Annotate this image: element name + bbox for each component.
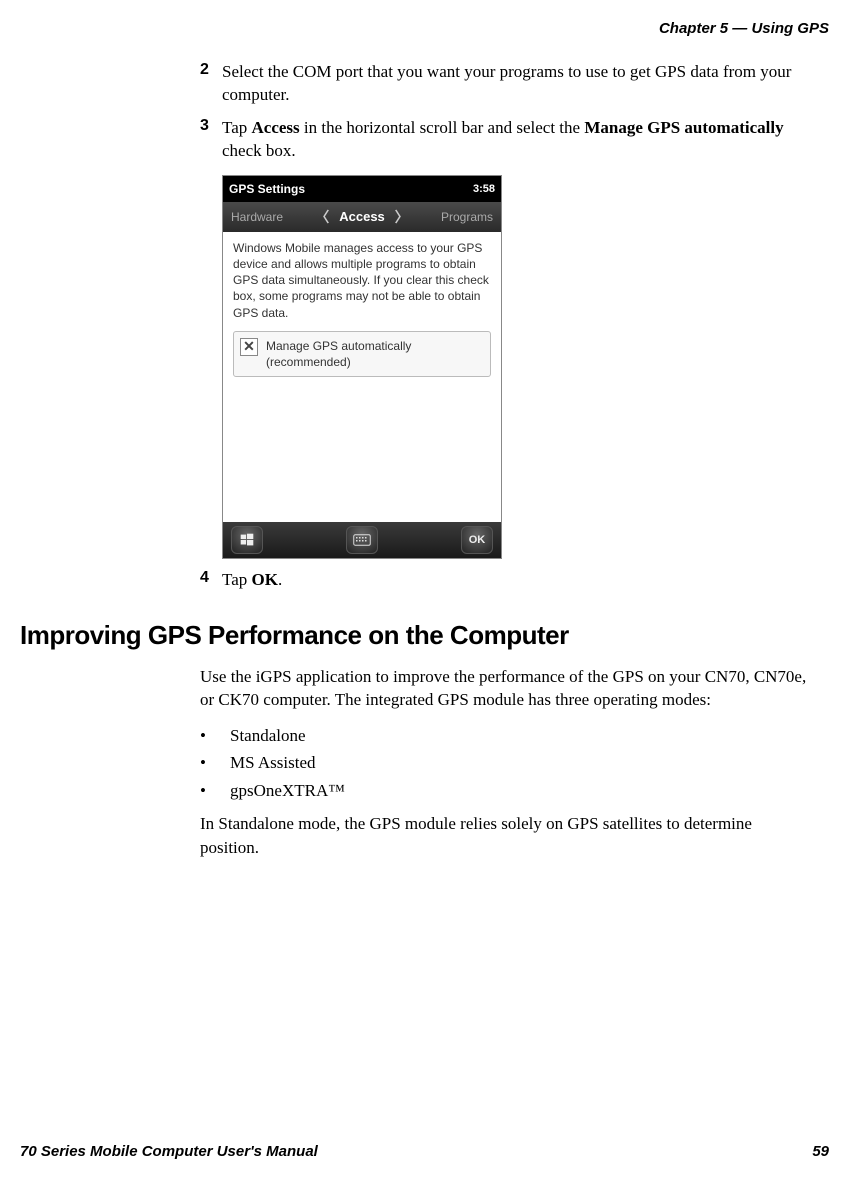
checkbox-icon[interactable]: ✕ [240,338,258,356]
bullet-text: MS Assisted [230,749,316,776]
text-fragment: . [278,570,282,589]
settings-body: Windows Mobile manages access to your GP… [223,232,501,522]
chevron-right-icon[interactable]: 〉 [395,207,409,227]
bullet-icon: • [200,722,230,749]
text-fragment: Tap [222,118,252,137]
tab-bar: Hardware 〈 Access 〉 Programs [223,202,501,232]
soft-key-bar: OK [223,522,501,558]
keyboard-button[interactable] [346,526,378,554]
text-fragment: Tap [222,570,252,589]
list-item: • gpsOneXTRA™ [200,777,809,804]
tab-hardware[interactable]: Hardware [231,210,283,224]
bullet-list: • Standalone • MS Assisted • gpsOneXTRA™ [200,722,809,804]
tab-programs[interactable]: Programs [441,210,493,224]
step-4: 4 Tap OK. [200,569,809,592]
step-number: 3 [200,117,222,163]
ok-label: OK [469,534,486,546]
text-fragment: in the horizontal scroll bar and select … [300,118,585,137]
status-icons: 3:58 [449,183,495,195]
clock-time: 3:58 [473,183,495,195]
step-text: Select the COM port that you want your p… [222,61,809,107]
page-number: 59 [812,1143,829,1160]
ok-button[interactable]: OK [461,526,493,554]
section-heading: Improving GPS Performance on the Compute… [20,620,789,651]
description-text: Windows Mobile manages access to your GP… [233,240,491,321]
tab-access[interactable]: 〈 Access 〉 [315,207,409,227]
bullet-icon: • [200,777,230,804]
paragraph: Use the iGPS application to improve the … [200,665,809,713]
page-footer: 70 Series Mobile Computer User's Manual … [20,1143,829,1160]
chevron-left-icon[interactable]: 〈 [315,207,329,227]
device-screenshot: GPS Settings 3:58 Hardware 〈 [222,175,502,559]
bullet-text: Standalone [230,722,306,749]
bold-manage-gps: Manage GPS automatically [584,118,783,137]
step-text: Tap Access in the horizontal scroll bar … [222,117,809,163]
step-2: 2 Select the COM port that you want your… [200,61,809,107]
list-item: • MS Assisted [200,749,809,776]
bullet-icon: • [200,749,230,776]
text-fragment: check box. [222,141,296,160]
checkbox-label: Manage GPS automatically (recommended) [266,338,484,370]
main-content: 2 Select the COM port that you want your… [200,61,809,592]
list-item: • Standalone [200,722,809,749]
chapter-header: Chapter 5 — Using GPS [20,20,829,37]
step-3: 3 Tap Access in the horizontal scroll ba… [200,117,809,163]
step-number: 4 [200,569,222,592]
bold-access: Access [252,118,300,137]
window-title: GPS Settings [229,182,305,196]
manage-gps-checkbox-row[interactable]: ✕ Manage GPS automatically (recommended) [233,331,491,377]
window-titlebar: GPS Settings 3:58 [223,176,501,202]
paragraph: In Standalone mode, the GPS module relie… [200,812,809,860]
start-button[interactable] [231,526,263,554]
footer-title: 70 Series Mobile Computer User's Manual [20,1143,318,1160]
step-text: Tap OK. [222,569,282,592]
tab-access-label: Access [339,209,385,224]
bold-ok: OK [252,570,278,589]
bullet-text: gpsOneXTRA™ [230,777,345,804]
step-number: 2 [200,61,222,107]
